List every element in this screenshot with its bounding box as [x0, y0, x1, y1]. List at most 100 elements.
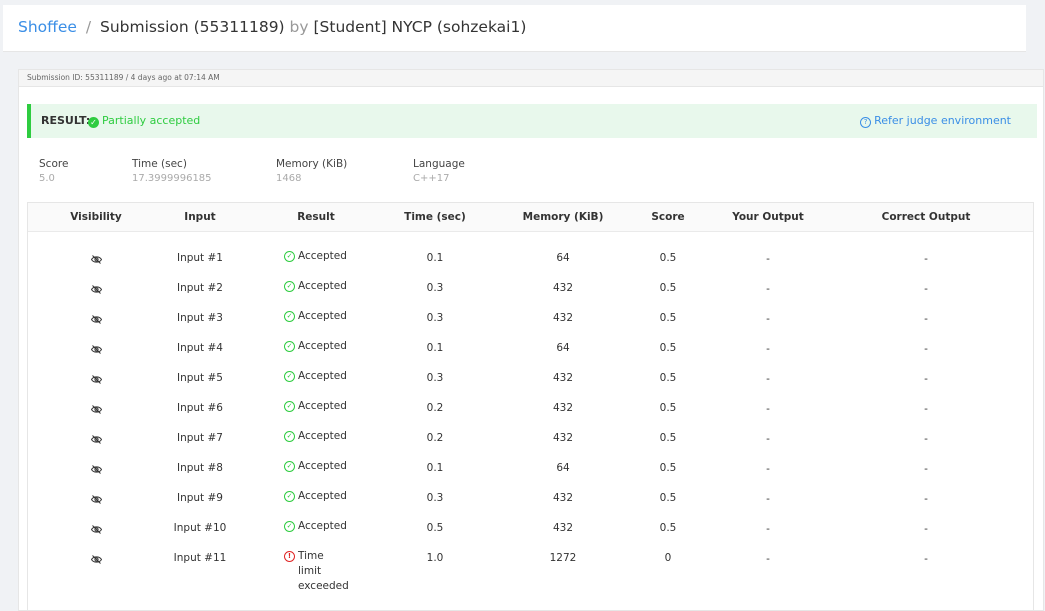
cell-memory: 432 [552, 522, 574, 534]
cell-your-output[interactable]: - [708, 252, 828, 266]
table-row: Input #6 ✓ Accepted 0.2 432 0.5 - - [28, 399, 1033, 431]
cell-your-output[interactable]: - [708, 312, 828, 326]
result-line: limit [298, 565, 322, 577]
table-row: Input #3 ✓ Accepted 0.3 432 0.5 - - [28, 309, 1033, 341]
cell-your-output[interactable]: - [708, 282, 828, 296]
eye-slash-icon[interactable] [90, 399, 103, 418]
stat-memory-value: 1468 [276, 173, 302, 184]
by-label: by [289, 18, 309, 36]
result-text: Accepted [298, 520, 347, 532]
cell-correct-output[interactable]: - [856, 432, 996, 446]
cell-your-output[interactable]: - [708, 492, 828, 506]
cell-result: ✓ Accepted [284, 279, 347, 294]
submission-stats: Score 5.0 Time (sec) 17.3999996185 Memor… [19, 158, 1043, 198]
results-table: Visibility Input Result Time (sec) Memor… [27, 202, 1034, 611]
cell-correct-output[interactable]: - [856, 462, 996, 476]
eye-slash-icon[interactable] [90, 369, 103, 388]
cell-score: 0.5 [659, 432, 677, 444]
eye-slash-icon[interactable] [90, 519, 103, 538]
stat-time-label: Time (sec) [132, 158, 187, 170]
check-circle-icon: ✓ [284, 401, 295, 412]
cell-memory: 432 [552, 432, 574, 444]
cell-your-output[interactable]: - [708, 462, 828, 476]
check-circle-icon: ✓ [284, 491, 295, 502]
table-row: Input #7 ✓ Accepted 0.2 432 0.5 - - [28, 429, 1033, 461]
cell-correct-output[interactable]: - [856, 372, 996, 386]
cell-your-output[interactable]: - [708, 522, 828, 536]
eye-slash-icon[interactable] [90, 459, 103, 478]
cell-input: Input #7 [176, 432, 223, 444]
check-circle-icon: ✓ [284, 521, 295, 532]
cell-score: 0.5 [659, 312, 677, 324]
cell-correct-output[interactable]: - [856, 552, 996, 566]
header-score: Score [651, 211, 685, 223]
cell-time: 0.5 [426, 522, 444, 534]
cell-score: 0.5 [659, 372, 677, 384]
cell-your-output[interactable]: - [708, 552, 828, 566]
stat-time: Time (sec) 17.3999996185 [132, 158, 212, 184]
cell-your-output[interactable]: - [708, 372, 828, 386]
header-input: Input [184, 211, 216, 223]
cell-correct-output[interactable]: - [856, 282, 996, 296]
cell-score: 0.5 [659, 492, 677, 504]
eye-slash-icon[interactable] [90, 279, 103, 298]
table-row: Input #1 ✓ Accepted 0.1 64 0.5 - - [28, 249, 1033, 281]
table-row: Input #2 ✓ Accepted 0.3 432 0.5 - - [28, 279, 1033, 311]
result-line: Time [298, 550, 324, 562]
cell-time: 1.0 [426, 552, 444, 564]
cell-input: Input #2 [176, 282, 223, 294]
cell-score: 0.5 [659, 252, 677, 264]
stat-score-value: 5.0 [39, 173, 55, 184]
cell-memory: 432 [552, 372, 574, 384]
question-circle-icon: ? [860, 117, 872, 128]
stat-time-value: 17.3999996185 [132, 173, 212, 184]
cell-input: Input #1 [176, 252, 223, 264]
cell-time: 0.1 [426, 342, 444, 354]
eye-slash-icon[interactable] [90, 309, 103, 328]
result-text: Accepted [298, 370, 347, 382]
eye-slash-icon[interactable] [90, 249, 103, 268]
cell-correct-output[interactable]: - [856, 522, 996, 536]
cell-result: ✓ Accepted [284, 519, 347, 534]
cell-time: 0.2 [426, 402, 444, 414]
breadcrumb-separator: / [85, 18, 92, 36]
breadcrumb-root-link[interactable]: Shoffee [18, 18, 77, 36]
cell-score: 0 [664, 552, 672, 564]
cell-correct-output[interactable]: - [856, 402, 996, 416]
cell-correct-output[interactable]: - [856, 342, 996, 356]
cell-your-output[interactable]: - [708, 402, 828, 416]
cell-memory: 64 [556, 462, 570, 474]
result-text: Accepted [298, 310, 347, 322]
cell-your-output[interactable]: - [708, 342, 828, 356]
header-time: Time (sec) [404, 211, 466, 223]
cell-time: 0.2 [426, 432, 444, 444]
eye-slash-icon[interactable] [90, 489, 103, 508]
cell-result: ✓ Accepted [284, 429, 347, 444]
cell-correct-output[interactable]: - [856, 312, 996, 326]
result-text: Partially accepted [102, 114, 201, 127]
cell-correct-output[interactable]: - [856, 252, 996, 266]
table-row: Input #4 ✓ Accepted 0.1 64 0.5 - - [28, 339, 1033, 371]
eye-slash-icon[interactable] [90, 429, 103, 448]
table-row: Input #10 ✓ Accepted 0.5 432 0.5 - - [28, 519, 1033, 551]
result-text: Accepted [298, 490, 347, 502]
check-circle-icon: ✓ [284, 281, 295, 292]
cell-correct-output[interactable]: - [856, 492, 996, 506]
result-value: ✓ Partially accepted [88, 104, 200, 138]
cell-input: Input #6 [176, 402, 223, 414]
eye-slash-icon[interactable] [90, 339, 103, 358]
cell-your-output[interactable]: - [708, 432, 828, 446]
exclamation-circle-icon: ! [284, 551, 295, 562]
cell-memory: 432 [552, 492, 574, 504]
cell-input: Input #10 [173, 522, 227, 534]
breadcrumb: Shoffee / Submission (55311189) by [Stud… [18, 18, 526, 36]
eye-slash-icon[interactable] [90, 549, 103, 568]
stat-memory: Memory (KiB) 1468 [276, 158, 347, 184]
result-text: Accepted [298, 460, 347, 472]
cell-input: Input #4 [176, 342, 223, 354]
refer-judge-environment-link[interactable]: ? Refer judge environment [860, 104, 1011, 138]
partial-check-icon: ✓ [88, 117, 99, 128]
header-visibility: Visibility [70, 211, 122, 223]
cell-result: ! Time limit exceeded [284, 549, 349, 594]
cell-memory: 64 [556, 252, 570, 264]
